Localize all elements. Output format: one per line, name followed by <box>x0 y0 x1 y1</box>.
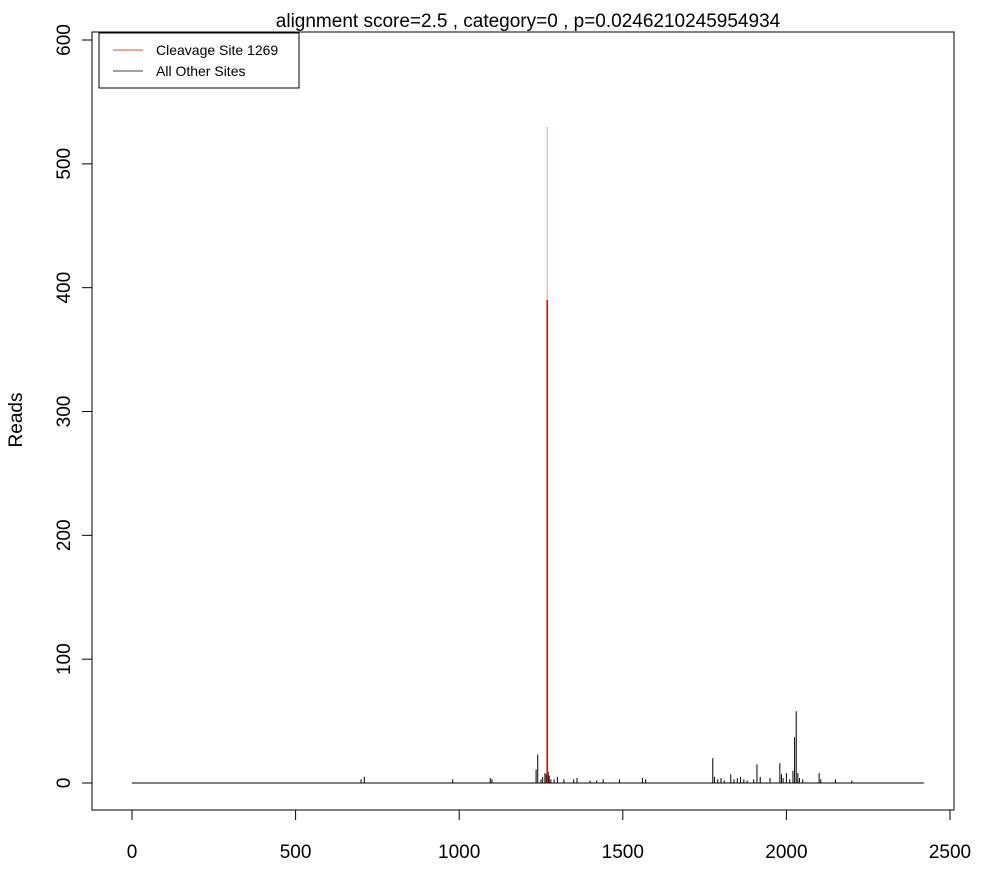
y-axis: 0 100 200 300 400 500 600 <box>54 24 93 789</box>
x-axis: 0 500 1000 1500 2000 2500 <box>127 809 971 863</box>
x-tick-label: 0 <box>127 842 138 863</box>
plot-frame <box>91 31 955 811</box>
x-tick-label: 1500 <box>602 842 644 863</box>
x-tick-label: 2000 <box>765 842 807 863</box>
legend: Cleavage Site 1269 All Other Sites <box>98 32 300 89</box>
legend-label-other: All Other Sites <box>156 63 245 79</box>
chart-title: alignment score=2.5 , category=0 , p=0.0… <box>276 11 781 32</box>
x-tick-label: 2500 <box>929 842 971 863</box>
other-sites-bars <box>360 711 853 783</box>
y-tick-label: 300 <box>54 396 75 428</box>
y-axis-label: Reads <box>6 393 27 448</box>
x-tick-label: 500 <box>280 842 312 863</box>
y-tick-label: 600 <box>54 24 75 56</box>
legend-label-cleavage: Cleavage Site 1269 <box>156 42 278 58</box>
y-tick-label: 400 <box>54 272 75 304</box>
y-tick-label: 200 <box>54 519 75 551</box>
x-tick-label: 1000 <box>438 842 480 863</box>
chart: alignment score=2.5 , category=0 , p=0.0… <box>6 11 971 863</box>
y-tick-label: 0 <box>54 778 75 789</box>
y-tick-label: 100 <box>54 643 75 675</box>
y-tick-label: 500 <box>54 148 75 180</box>
